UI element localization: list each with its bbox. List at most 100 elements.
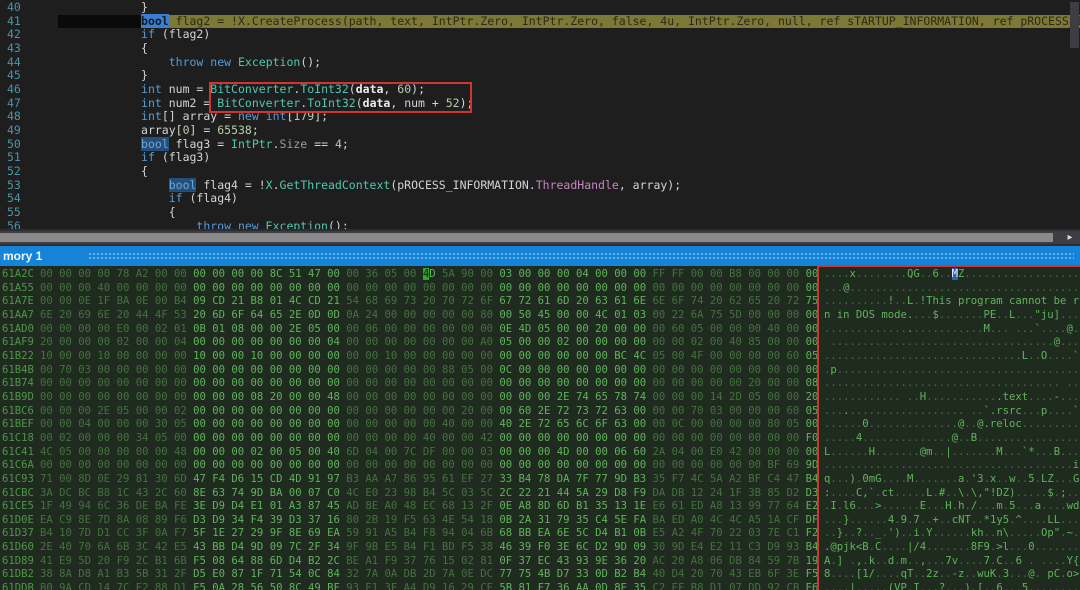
hex-byte[interactable]: 00 [97,446,116,458]
hex-byte[interactable]: 00 [270,405,289,417]
hex-byte[interactable]: 71 [40,473,59,485]
hex-byte[interactable]: 8E [193,487,212,499]
hex-byte[interactable]: 00 [231,268,250,280]
hex-byte[interactable]: 40 [499,418,518,430]
hex-byte[interactable]: 00 [212,350,231,362]
hex-byte[interactable]: 00 [710,350,729,362]
hex-byte[interactable]: 46 [499,541,518,553]
hex-byte[interactable]: 8D [78,473,97,485]
hex-byte[interactable]: 00 [193,432,212,444]
hex-byte[interactable]: 00 [174,268,193,280]
hex-byte[interactable]: 2B [365,514,384,526]
hex-byte[interactable]: 00 [136,405,155,417]
hex-byte[interactable]: 34 [136,432,155,444]
hex-byte[interactable]: 94 [442,527,461,539]
hex-byte[interactable]: 00 [538,268,557,280]
hex-byte[interactable]: 10 [251,350,270,362]
hex-byte[interactable]: 00 [633,268,652,280]
hex-byte[interactable]: 09 [633,541,652,553]
hex-byte[interactable]: 00 [710,377,729,389]
hex-byte[interactable]: 00 [633,323,652,335]
hex-byte[interactable]: 75 [519,568,538,580]
hex-byte[interactable]: 00 [365,350,384,362]
hex-byte[interactable]: 00 [385,446,404,458]
hex-byte[interactable]: 00 [786,391,805,403]
hex-byte[interactable]: 00 [270,350,289,362]
hex-byte[interactable]: 00 [461,391,480,403]
hex-byte[interactable]: 00 [423,309,442,321]
hex-byte[interactable]: 00 [117,282,136,294]
hex-byte[interactable]: 00 [136,377,155,389]
hex-byte[interactable]: D9 [212,500,231,512]
hex-byte[interactable]: 00 [117,377,136,389]
hex-bytes[interactable]: 00 00 04 00 00 00 30 05 00 00 00 00 00 0… [40,418,821,432]
hex-byte[interactable]: 00 [767,391,786,403]
hex-bytes[interactable]: 1F 49 94 6C 36 DE BA FE 3E D9 D4 E1 01 A… [40,500,821,514]
hex-byte[interactable]: 00 [78,282,97,294]
hex-byte[interactable]: 2E [538,405,557,417]
hex-byte[interactable]: 81 [480,555,499,567]
hex-byte[interactable]: 5E [614,514,633,526]
hex-byte[interactable]: 5A [442,268,461,280]
hex-byte[interactable]: 00 [231,418,250,430]
hex-byte[interactable]: 10 [385,350,404,362]
hex-byte[interactable]: 00 [136,364,155,376]
hex-byte[interactable]: 00 [308,418,327,430]
hex-byte[interactable]: B1 [576,500,595,512]
hex-byte[interactable]: 98 [404,487,423,499]
hex-byte[interactable]: 00 [653,336,672,348]
hex-byte[interactable]: BA [270,487,289,499]
hex-byte[interactable]: EA [40,514,59,526]
hex-byte[interactable]: 10 [193,350,212,362]
hex-byte[interactable]: B2 [308,555,327,567]
hex-byte[interactable]: 8E [365,500,384,512]
hex-byte[interactable]: 00 [519,432,538,444]
hex-byte[interactable]: BA [653,514,672,526]
hex-byte[interactable]: A3 [289,500,308,512]
hex-byte[interactable]: 05 [385,268,404,280]
hex-byte[interactable]: F5 [461,541,480,553]
hex-byte[interactable]: 00 [231,446,250,458]
hex-byte[interactable]: 00 [78,446,97,458]
hex-byte[interactable]: BA [117,295,136,307]
hex-byte[interactable]: 72 [461,295,480,307]
hex-byte[interactable]: 00 [748,309,767,321]
hex-byte[interactable]: 6D [557,295,576,307]
hex-byte[interactable]: 6D [270,555,289,567]
hex-byte[interactable]: 4D [519,323,538,335]
hex-byte[interactable]: 00 [270,432,289,444]
hex-byte[interactable]: 00 [538,432,557,444]
hex-byte[interactable]: 60 [786,350,805,362]
hex-byte[interactable]: 05 [786,418,805,430]
hex-byte[interactable]: 00 [193,268,212,280]
hex-byte[interactable]: 00 [538,459,557,471]
hex-byte[interactable]: 93 [346,582,365,590]
hex-byte[interactable]: 00 [729,350,748,362]
hex-byte[interactable]: 2E [519,418,538,430]
hex-byte[interactable]: 14 [97,582,116,590]
hex-byte[interactable]: 00 [385,377,404,389]
hex-byte[interactable]: 2C [499,487,518,499]
hex-byte[interactable]: 00 [653,418,672,430]
hex-byte[interactable]: 87 [308,500,327,512]
hex-byte[interactable]: 00 [117,364,136,376]
hex-byte[interactable]: 00 [193,377,212,389]
hex-byte[interactable]: A2 [672,527,691,539]
hex-byte[interactable]: 79 [557,514,576,526]
hex-byte[interactable]: 20 [59,309,78,321]
hex-byte[interactable]: 92 [767,582,786,590]
hex-byte[interactable]: 00 [155,282,174,294]
hex-byte[interactable]: 00 [155,391,174,403]
hex-byte[interactable]: 00 [193,391,212,403]
hex-byte[interactable]: 00 [442,459,461,471]
hex-byte[interactable]: E0 [117,323,136,335]
hex-byte[interactable]: 29 [251,527,270,539]
hex-byte[interactable]: 00 [155,405,174,417]
hex-byte[interactable]: F0 [538,541,557,553]
hex-byte[interactable]: 00 [78,268,97,280]
hex-byte[interactable]: 49 [308,582,327,590]
hex-byte[interactable]: 00 [653,309,672,321]
hex-byte[interactable]: 00 [59,418,78,430]
hex-byte[interactable]: 00 [691,282,710,294]
hex-bytes[interactable]: 71 00 8D 0E 29 81 30 6D 47 F4 D6 15 CD 4… [40,473,821,487]
